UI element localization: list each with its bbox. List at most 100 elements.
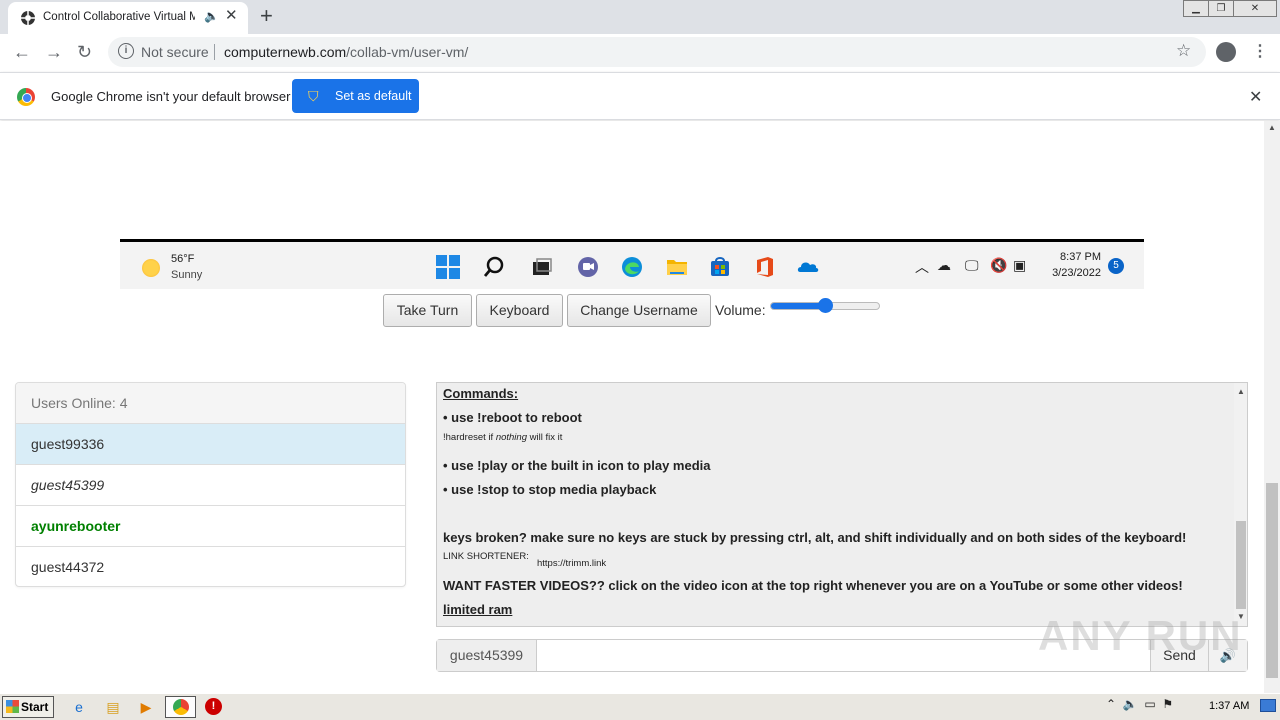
user-list-item[interactable]: guest45399 <box>16 465 405 506</box>
chat-scrollbar[interactable]: ▲ ▼ <box>1234 383 1247 626</box>
tray-cloud-icon[interactable]: ☁ <box>937 257 951 274</box>
set-default-label: Set as default <box>335 89 412 103</box>
url-text[interactable]: computernewb.com/collab-vm/user-vm/ <box>224 44 468 60</box>
user-list-item[interactable]: guest99336 <box>16 424 405 465</box>
host-taskbar: Start e ▤ ▶ ! ⌃ 🔈 ▭ ⚑ 1:37 AM <box>0 693 1280 720</box>
chat-username-label: guest45399 <box>437 640 537 671</box>
close-window-button[interactable]: ✕ <box>1233 0 1277 17</box>
scroll-up-arrow-icon[interactable]: ▲ <box>1268 123 1276 132</box>
volume-label: Volume: <box>715 302 766 318</box>
link-shortener-label: LINK SHORTENER: <box>443 551 529 562</box>
url-divider <box>214 44 215 60</box>
store-icon[interactable] <box>708 255 732 279</box>
chat-line-reboot: • use !reboot to reboot <box>443 410 582 425</box>
volume-slider-handle[interactable] <box>818 298 833 313</box>
volume-slider-fill <box>771 303 825 309</box>
chat-scrollbar-thumb[interactable] <box>1236 521 1246 609</box>
weather-sun-icon <box>142 259 160 277</box>
tab-title: Control Collaborative Virtual Ma <box>43 11 195 23</box>
back-button[interactable]: ← <box>13 42 31 63</box>
tray-chevron-up-icon[interactable]: ︿ <box>915 257 929 277</box>
change-username-button[interactable]: Change Username <box>567 294 711 327</box>
page-scrollbar[interactable]: ▲ <box>1264 121 1280 693</box>
onedrive-icon[interactable] <box>796 255 820 279</box>
user-list-item[interactable]: guest44372 <box>16 547 405 586</box>
hardreset-suffix: will fix it <box>526 432 563 443</box>
start-button[interactable]: Start <box>2 696 54 718</box>
show-desktop-icon[interactable] <box>1260 699 1276 712</box>
vm-screen-taskbar[interactable]: 56°F Sunny ︿ ☁ 🖵 🔇 ▣ 8:37 PM 3/23/2022 5 <box>120 239 1144 289</box>
start-label: Start <box>21 700 49 714</box>
chat-messages-box[interactable]: Commands: • use !reboot to reboot !hardr… <box>436 382 1248 627</box>
user-list-item[interactable]: ayunrebooter <box>16 506 405 547</box>
chat-line-videos: WANT FASTER VIDEOS?? click on the video … <box>443 578 1183 593</box>
task-view-icon[interactable] <box>530 255 554 279</box>
hardreset-emphasis: nothing <box>495 432 527 443</box>
infobar-close-icon[interactable]: ✕ <box>1249 87 1262 107</box>
folder-icon[interactable]: ▤ <box>104 698 122 716</box>
host-clock[interactable]: 1:37 AM <box>1209 700 1249 712</box>
commands-title: Commands: <box>443 386 519 401</box>
internet-explorer-icon[interactable]: e <box>70 698 88 716</box>
hardreset-prefix: !hardreset if <box>443 432 496 443</box>
media-player-icon[interactable]: ▶ <box>137 698 155 716</box>
chat-line-stop: • use !stop to stop media playback <box>443 482 657 497</box>
chat-icon[interactable] <box>576 255 600 279</box>
reload-button[interactable]: ↻ <box>77 42 92 63</box>
new-tab-button[interactable]: + <box>260 3 273 29</box>
chat-scroll-up-icon[interactable]: ▲ <box>1237 387 1245 396</box>
tray-battery-icon[interactable]: ▣ <box>1013 257 1026 274</box>
default-browser-infobar: Google Chrome isn't your default browser… <box>0 72 1280 120</box>
collabvm-favicon-icon <box>21 11 35 25</box>
info-icon[interactable]: i <box>118 43 134 59</box>
url-domain: computernewb.com <box>224 44 347 60</box>
limited-ram-link[interactable]: limited ram <box>443 602 512 617</box>
weather-condition: Sunny <box>171 269 203 281</box>
search-icon[interactable] <box>482 255 506 279</box>
office-icon[interactable] <box>753 255 777 279</box>
take-turn-button[interactable]: Take Turn <box>383 294 472 327</box>
tab-strip: Control Collaborative Virtual Ma 🔈 ✕ + ▁… <box>0 0 1280 34</box>
users-online-panel: Users Online: 4 guest99336 guest45399 ay… <box>15 382 406 587</box>
bookmark-star-icon[interactable]: ☆ <box>1176 41 1191 61</box>
scrollbar-thumb[interactable] <box>1266 483 1278 678</box>
tray-volume-muted-icon[interactable]: 🔇 <box>990 257 1007 274</box>
antivirus-icon[interactable]: ! <box>205 698 222 715</box>
set-default-button[interactable]: ⛉ Set as default <box>292 79 419 113</box>
address-bar[interactable]: i Not secure computernewb.com/collab-vm/… <box>108 37 1206 67</box>
notification-badge[interactable]: 5 <box>1108 258 1124 274</box>
tab-audio-icon[interactable]: 🔈 <box>204 9 219 23</box>
weather-temperature: 56°F <box>171 253 195 265</box>
volume-slider[interactable] <box>770 298 880 313</box>
security-label: Not secure <box>141 44 209 60</box>
chat-line-play: • use !play or the built in icon to play… <box>443 458 711 473</box>
chat-line-hardreset: !hardreset if nothing will fix it <box>443 432 562 443</box>
users-online-heading: Users Online: 4 <box>16 383 405 424</box>
chat-line-keys: keys broken? make sure no keys are stuck… <box>443 530 1187 545</box>
shield-icon: ⛉ <box>308 88 319 104</box>
keyboard-button[interactable]: Keyboard <box>476 294 563 327</box>
vm-clock-time[interactable]: 8:37 PM <box>1046 251 1101 263</box>
profile-avatar-icon[interactable] <box>1216 42 1236 62</box>
start-icon[interactable] <box>436 255 460 279</box>
windows-flag-icon <box>6 700 19 713</box>
edge-icon[interactable] <box>620 255 644 279</box>
watermark-logo: ANY RUN <box>1038 612 1243 659</box>
file-explorer-icon[interactable] <box>665 255 689 279</box>
forward-button[interactable]: → <box>45 42 63 63</box>
infobar-message: Google Chrome isn't your default browser <box>51 89 291 104</box>
minimize-button[interactable]: ▁ <box>1183 0 1209 17</box>
browser-toolbar: ← → ↻ i Not secure computernewb.com/coll… <box>0 34 1280 72</box>
host-tray-icons[interactable]: ⌃ 🔈 ▭ ⚑ <box>1106 697 1173 711</box>
chrome-icon <box>173 699 189 715</box>
link-shortener-url[interactable]: https://trimm.link <box>537 558 606 569</box>
tray-network-icon[interactable]: 🖵 <box>965 257 979 274</box>
url-path: /collab-vm/user-vm/ <box>346 44 469 60</box>
vm-clock-date[interactable]: 3/23/2022 <box>1038 267 1101 279</box>
chrome-logo-icon <box>17 88 35 106</box>
tab-close-icon[interactable]: ✕ <box>225 6 238 24</box>
chrome-menu-icon[interactable]: ⋮ <box>1252 41 1268 61</box>
restore-button[interactable]: ❐ <box>1208 0 1234 17</box>
chrome-taskbar-button[interactable] <box>165 696 196 718</box>
browser-tab[interactable]: Control Collaborative Virtual Ma 🔈 ✕ <box>8 2 248 34</box>
